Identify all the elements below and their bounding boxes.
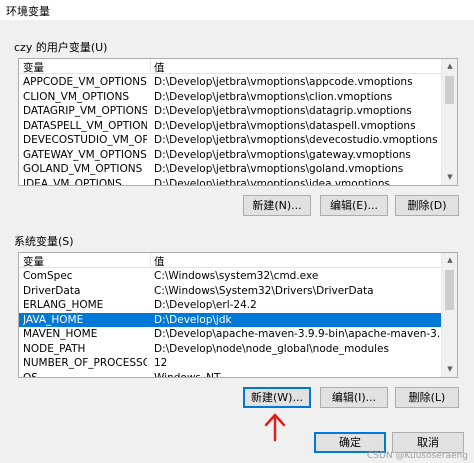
- scrollbar-thumb[interactable]: [445, 76, 454, 104]
- variable-value: D:\Develop\jetbra\vmoptions\idea.vmoptio…: [154, 177, 390, 186]
- table-row[interactable]: IDEA_VM_OPTIONS D:\Develop\jetbra\vmoptio…: [19, 177, 443, 186]
- column-header-name[interactable]: 变量: [23, 60, 44, 75]
- variable-name: ComSpec: [23, 270, 73, 282]
- cancel-button[interactable]: 取消: [392, 432, 464, 453]
- table-row[interactable]: DATASPELL_VM_OPTIONS D:\Develop\jetbra\vm…: [19, 119, 443, 134]
- variable-name: DATASPELL_VM_OPTIONS: [23, 119, 147, 132]
- variable-value: D:\Develop\apache-maven-3.9.9-bin\apache…: [154, 328, 441, 340]
- scroll-up-icon[interactable]: ▲: [442, 59, 457, 74]
- table-row[interactable]: APPCODE_VM_OPTIONS D:\Develop\jetbra\vmop…: [19, 75, 443, 90]
- table-row[interactable]: GOLAND_VM_OPTIONS D:\Develop\jetbra\vmopt…: [19, 162, 443, 177]
- variable-name: GOLAND_VM_OPTIONS: [23, 163, 143, 175]
- variable-value: D:\Develop\jdk: [154, 313, 232, 326]
- variable-value: Windows_NT: [154, 371, 221, 378]
- table-row[interactable]: DATAGRIP_VM_OPTIONS D:\Develop\jetbra\vmo…: [19, 104, 443, 119]
- table-row[interactable]: MAVEN_HOME D:\Develop\apache-maven-3.9.9-…: [19, 327, 443, 342]
- variable-name: ERLANG_HOME: [23, 299, 104, 311]
- window-titlebar: 环境变量: [0, 0, 474, 20]
- variable-value: C:\Windows\system32\cmd.exe: [154, 270, 319, 282]
- column-separator[interactable]: [150, 253, 151, 268]
- user-delete-button[interactable]: 删除(D): [395, 195, 459, 216]
- variable-name: CLION_VM_OPTIONS: [23, 90, 130, 103]
- variable-name: OS: [23, 371, 38, 378]
- table-row[interactable]: ComSpec C:\Windows\system32\cmd.exe: [19, 269, 443, 284]
- table-row[interactable]: CLION_VM_OPTIONS D:\Develop\jetbra\vmopti…: [19, 90, 443, 105]
- variable-value: C:\Windows\System32\Drivers\DriverData: [154, 284, 374, 297]
- scroll-down-icon[interactable]: ▼: [442, 362, 457, 377]
- system-vars-rows: ComSpec C:\Windows\system32\cmd.exe Driver…: [19, 269, 443, 378]
- scroll-up-icon[interactable]: ▲: [442, 253, 457, 268]
- variable-value: D:\Develop\jetbra\vmoptions\gateway.vmop…: [154, 148, 411, 161]
- variable-name: GATEWAY_VM_OPTIONS: [23, 148, 147, 161]
- variable-name: IDEA_VM_OPTIONS: [23, 177, 122, 186]
- user-vars-scrollbar[interactable]: ▲ ▼: [441, 59, 457, 185]
- variable-name: NUMBER_OF_PROCESSORS: [23, 357, 147, 369]
- table-row[interactable]: GATEWAY_VM_OPTIONS D:\Develop\jetbra\vmop…: [19, 148, 443, 163]
- system-delete-button[interactable]: 删除(L): [395, 387, 459, 408]
- table-row[interactable]: OS Windows_NT: [19, 371, 443, 378]
- watermark: CSDN @Kuusoseraeng: [367, 451, 468, 461]
- user-vars-list[interactable]: 变量 值 APPCODE_VM_OPTIONS D:\Develop\jetbra…: [18, 58, 458, 186]
- system-vars-list[interactable]: 变量 值 ComSpec C:\Windows\system32\cmd.exe D…: [18, 252, 458, 378]
- variable-value: D:\Develop\erl-24.2: [154, 299, 257, 311]
- variable-name: JAVA_HOME: [23, 313, 84, 326]
- variable-name: DriverData: [23, 284, 81, 297]
- system-new-button[interactable]: 新建(W)...: [243, 387, 311, 408]
- variable-value: D:\Develop\node\node_global\node_modules: [154, 342, 389, 355]
- variable-name: NODE_PATH: [23, 342, 86, 355]
- table-row[interactable]: DriverData C:\Windows\System32\Drivers\Dr…: [19, 284, 443, 299]
- system-vars-scrollbar[interactable]: ▲ ▼: [441, 253, 457, 377]
- column-separator[interactable]: [150, 59, 151, 74]
- variable-value: D:\Develop\jetbra\vmoptions\dataspell.vm…: [154, 119, 416, 132]
- user-edit-button[interactable]: 编辑(E)...: [320, 195, 388, 216]
- variable-name: DATAGRIP_VM_OPTIONS: [23, 105, 147, 117]
- table-row[interactable]: ERLANG_HOME D:\Develop\erl-24.2: [19, 298, 443, 313]
- system-edit-button[interactable]: 编辑(I)...: [320, 387, 388, 408]
- column-header-value[interactable]: 值: [154, 60, 165, 75]
- system-vars-group-label: 系统变量(S): [14, 235, 74, 248]
- table-row[interactable]: NUMBER_OF_PROCESSORS 12: [19, 356, 443, 371]
- variable-name: DEVECOSTUDIO_VM_OPTI...: [23, 134, 147, 146]
- variable-value: D:\Develop\jetbra\vmoptions\datagrip.vmo…: [154, 105, 412, 117]
- ok-button[interactable]: 确定: [314, 432, 386, 453]
- user-vars-header: 变量 值: [19, 59, 457, 74]
- variable-value: D:\Develop\jetbra\vmoptions\devecostudio…: [154, 134, 438, 146]
- column-header-value[interactable]: 值: [154, 254, 165, 269]
- user-new-button[interactable]: 新建(N)...: [243, 195, 311, 216]
- variable-value: D:\Develop\jetbra\vmoptions\goland.vmopt…: [154, 163, 404, 175]
- user-vars-group-label: czy 的用户变量(U): [14, 41, 108, 54]
- variable-value: 12: [154, 357, 168, 369]
- annotation-arrow-icon: [264, 413, 286, 442]
- window-title: 环境变量: [6, 5, 50, 18]
- variable-name: MAVEN_HOME: [23, 328, 98, 340]
- user-vars-rows: APPCODE_VM_OPTIONS D:\Develop\jetbra\vmop…: [19, 75, 443, 186]
- variable-value: D:\Develop\jetbra\vmoptions\clion.vmopti…: [154, 90, 393, 103]
- variable-name: APPCODE_VM_OPTIONS: [23, 76, 147, 88]
- table-row[interactable]: DEVECOSTUDIO_VM_OPTI... D:\Develop\jetbra…: [19, 133, 443, 148]
- variable-value: D:\Develop\jetbra\vmoptions\appcode.vmop…: [154, 76, 413, 88]
- column-header-name[interactable]: 变量: [23, 254, 44, 269]
- table-row[interactable]: NODE_PATH D:\Develop\node\node_global\nod…: [19, 342, 443, 357]
- scrollbar-thumb[interactable]: [445, 270, 454, 310]
- table-row[interactable]: JAVA_HOME D:\Develop\jdk: [19, 312, 443, 327]
- system-vars-header: 变量 值: [19, 253, 457, 268]
- scroll-down-icon[interactable]: ▼: [442, 170, 457, 185]
